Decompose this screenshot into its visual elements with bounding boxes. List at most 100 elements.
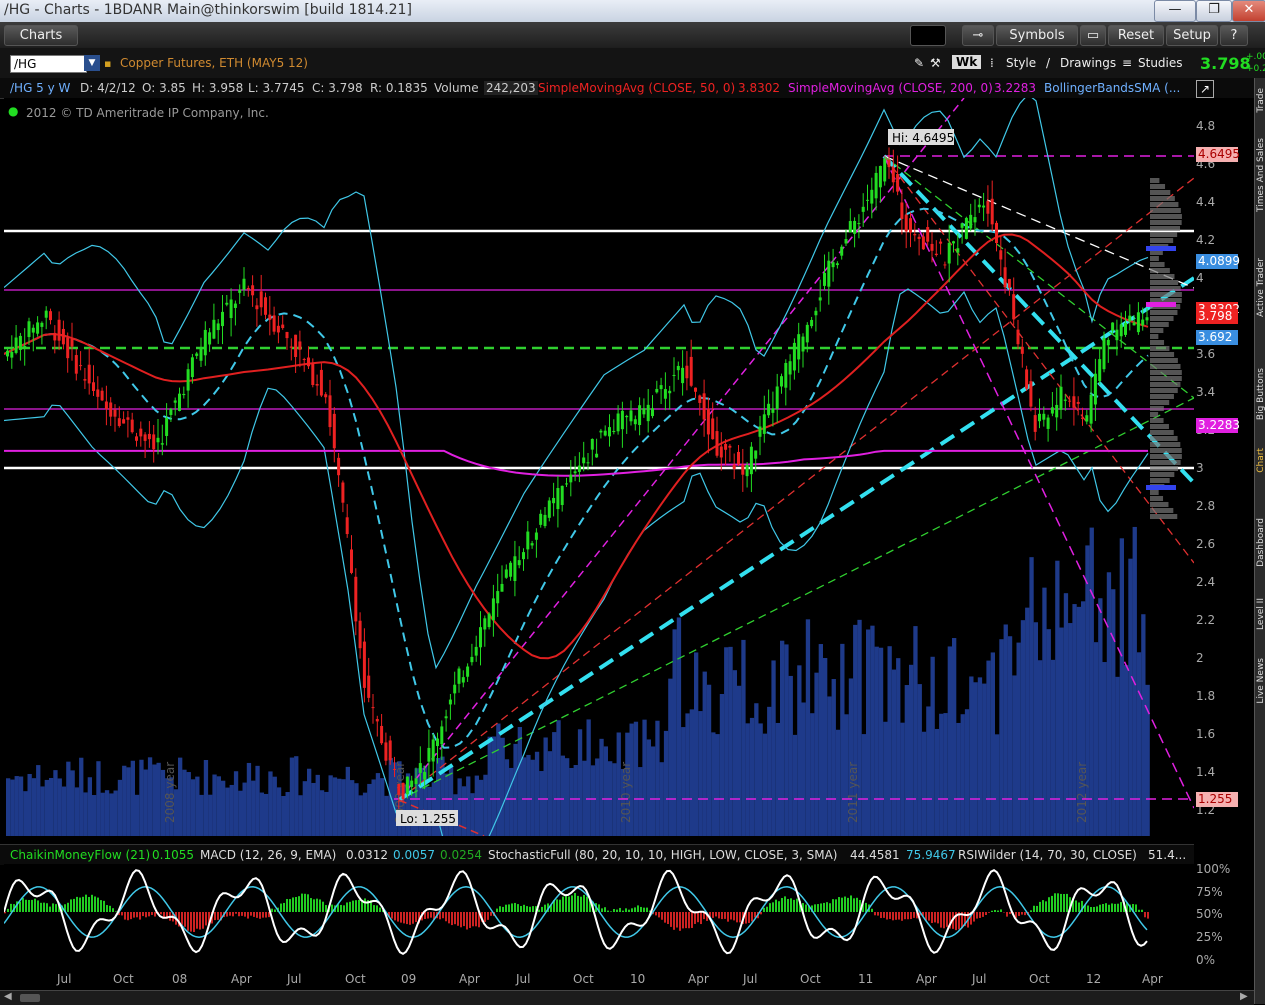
candle-body — [247, 288, 250, 289]
reset-button[interactable]: Reset — [1108, 25, 1164, 46]
tab-big-buttons[interactable]: Big Buttons — [1256, 368, 1265, 420]
print-icon[interactable]: ▭ — [1080, 25, 1106, 46]
price-chart[interactable]: 2008 year 2009 year 2010 year 2011 year … — [4, 98, 1194, 836]
bollinger-label[interactable]: BollingerBandsSMA (... — [1044, 81, 1180, 95]
grid-icon[interactable]: ⁞ — [990, 56, 994, 70]
candle-body — [630, 410, 633, 421]
candle-body — [698, 395, 701, 402]
macd-bar — [655, 912, 657, 915]
candle-body — [118, 418, 121, 426]
star-icon[interactable]: ▪ — [104, 57, 111, 70]
macd-bar — [238, 912, 240, 916]
studies-button[interactable]: Studies — [1138, 56, 1183, 70]
macd-bar — [778, 901, 780, 912]
macd-bar — [466, 912, 468, 930]
volume-bar — [711, 732, 715, 836]
setup-button[interactable]: Setup — [1166, 25, 1218, 46]
candle-body — [139, 429, 142, 437]
drawings-button[interactable]: Drawings — [1060, 56, 1116, 70]
period-label[interactable]: /HG 5 y W — [10, 81, 70, 95]
macd-bar — [538, 910, 540, 912]
symbols-button[interactable]: Symbols — [996, 25, 1078, 46]
tab-active-trader[interactable]: Active Trader — [1256, 258, 1265, 317]
volume-bar — [1004, 624, 1008, 836]
studies-icon[interactable]: ≡ — [1122, 56, 1132, 70]
volume-bar — [1038, 660, 1042, 836]
link-icon[interactable]: ⊸ — [962, 25, 994, 46]
volume-bar — [28, 774, 32, 836]
scroll-right-icon[interactable]: ▶ — [1240, 991, 1248, 1002]
candle-body — [986, 201, 989, 214]
macd-bar — [775, 900, 777, 912]
charts-tab[interactable]: Charts — [4, 25, 78, 46]
volume-bar — [999, 639, 1003, 836]
maximize-button[interactable]: ❐ — [1196, 0, 1232, 22]
symbol-input[interactable]: /HG — [10, 55, 87, 73]
macd-label[interactable]: MACD (12, 26, 9, EMA) — [200, 848, 336, 862]
wrench-icon[interactable]: ⚒ — [930, 56, 941, 70]
minimize-button[interactable]: — — [1154, 0, 1196, 22]
candle-body — [991, 199, 994, 225]
drawing-tools-icon[interactable]: ✎ — [914, 56, 924, 70]
candle-body — [1042, 414, 1045, 420]
tab-dashboard[interactable]: Dashboard — [1256, 518, 1265, 567]
tab-times-and-sales[interactable]: Times And Sales — [1256, 138, 1265, 212]
tab-level-ii[interactable]: Level II — [1256, 598, 1265, 630]
macd-bar — [133, 912, 135, 918]
sma200-label[interactable]: SimpleMovingAvg (CLOSE, 200, 0) — [788, 81, 993, 95]
volume-bar — [561, 756, 565, 836]
macd-bar — [904, 912, 906, 919]
candle-body — [823, 273, 826, 286]
candle-body — [488, 614, 491, 628]
candle-body — [324, 394, 327, 397]
macd-bar — [991, 911, 993, 912]
macd-bar — [1075, 900, 1077, 912]
aggregation-button[interactable]: Wk — [952, 55, 981, 69]
candle-body — [931, 244, 934, 251]
x-label: 11 — [858, 972, 873, 986]
macd-bar — [502, 907, 504, 912]
volume-bar — [694, 652, 698, 836]
cmf-label[interactable]: ChaikinMoneyFlow (21) — [10, 848, 150, 862]
color-box[interactable] — [910, 25, 946, 46]
volume-bar — [131, 761, 135, 836]
help-icon[interactable]: ? — [1220, 25, 1248, 46]
x-label: Jul — [516, 972, 530, 986]
volume-label[interactable]: Volume — [434, 81, 479, 95]
scroll-left-icon[interactable]: ◀ — [4, 991, 12, 1002]
sma50-label[interactable]: SimpleMovingAvg (CLOSE, 50, 0) — [538, 81, 735, 95]
x-label: Oct — [800, 972, 821, 986]
candle-body — [406, 777, 409, 795]
macd-bar — [124, 912, 126, 920]
close-button[interactable]: ✕ — [1232, 0, 1265, 22]
volume-bar — [965, 709, 969, 836]
candle-body — [604, 431, 607, 436]
macd-bar — [853, 898, 855, 912]
macd-bar — [91, 895, 93, 912]
candle-body — [126, 417, 129, 419]
volume-bar — [1137, 652, 1141, 836]
candle-body — [793, 343, 796, 371]
macd-bar — [676, 912, 678, 928]
macd-bar — [121, 912, 123, 915]
stochastic-label[interactable]: StochasticFull (80, 20, 10, 10, HIGH, LO… — [488, 848, 837, 862]
macd-bar — [43, 903, 45, 912]
macd-bar — [205, 912, 207, 925]
symbol-dropdown-icon[interactable]: ▼ — [84, 55, 100, 71]
scroll-thumb[interactable] — [20, 994, 40, 1002]
info-icon[interactable]: ● — [8, 104, 18, 118]
volume-profile-bar — [1150, 466, 1178, 471]
tab-chart[interactable]: Chart — [1256, 448, 1265, 473]
pencil-icon[interactable]: / — [1046, 56, 1050, 70]
tab-live-news[interactable]: Live News — [1256, 658, 1265, 704]
chart-scrollbar[interactable]: ◀ ▶ — [0, 990, 1254, 1005]
style-button[interactable]: Style — [1006, 56, 1036, 70]
tab-trade[interactable]: Trade — [1256, 88, 1265, 113]
candle-body — [101, 391, 104, 401]
macd-bar — [820, 903, 822, 912]
rsi-label[interactable]: RSIWilder (14, 70, 30, CLOSE) — [958, 848, 1137, 862]
lower-study-chart[interactable] — [4, 864, 1194, 960]
expand-icon[interactable]: ↗ — [1196, 80, 1214, 98]
candle-body — [178, 394, 181, 411]
volume-bar — [45, 780, 49, 836]
